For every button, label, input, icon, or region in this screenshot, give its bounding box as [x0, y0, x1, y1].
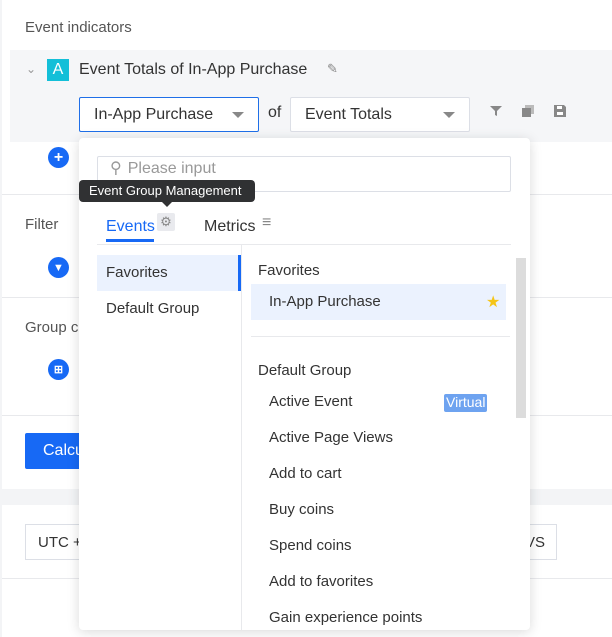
menu-icon[interactable]: ≡ [262, 214, 271, 232]
favorites-header: Favorites [258, 262, 320, 279]
tooltip: Event Group Management [79, 180, 255, 202]
metric-select[interactable]: Event Totals [290, 97, 470, 132]
tab-events[interactable]: Events [106, 218, 155, 236]
active-tab-indicator [106, 239, 154, 242]
copy-icon[interactable] [522, 105, 534, 117]
event-item[interactable]: Active Event [269, 393, 352, 410]
event-item[interactable]: Add to favorites [269, 573, 373, 590]
add-indicator-button[interactable]: + [48, 147, 69, 168]
collapse-chevron-icon[interactable]: ⌄ [26, 62, 36, 76]
indicator-title: Event Totals of In-App Purchase [79, 61, 308, 78]
event-item[interactable]: Active Page Views [269, 429, 393, 446]
group-favorites-label: Favorites [106, 264, 168, 281]
filter-label: Filter [25, 216, 59, 233]
gear-icon[interactable]: ⚙ [157, 213, 175, 231]
event-select-value: In-App Purchase [94, 105, 214, 123]
search-icon: ⚲ [110, 160, 122, 177]
add-filter-button[interactable]: ▼ [48, 257, 69, 278]
caret-down-icon [232, 111, 244, 118]
default-group-header: Default Group [258, 362, 352, 379]
of-label: of [268, 104, 282, 121]
event-dropdown: ⚲ Please input Events ⚙ Metrics ≡ Favorit… [79, 138, 530, 630]
event-item[interactable]: Spend coins [269, 537, 352, 554]
event-item[interactable]: Gain experience points [269, 609, 422, 626]
caret-down-icon [443, 111, 455, 118]
group-label: Group c [25, 319, 79, 336]
metric-select-value: Event Totals [305, 105, 392, 123]
event-item[interactable]: Buy coins [269, 501, 334, 518]
add-group-button[interactable]: ⊞ [48, 359, 69, 380]
star-icon[interactable]: ★ [486, 292, 500, 312]
indicator-badge: A [47, 59, 69, 81]
event-item[interactable]: Add to cart [269, 465, 342, 482]
section-title: Event indicators [25, 19, 132, 36]
save-icon[interactable] [554, 105, 566, 117]
virtual-badge: Virtual [444, 394, 488, 412]
filter-icon[interactable] [490, 105, 502, 117]
search-placeholder: Please input [127, 160, 216, 177]
tooltip-arrow [162, 202, 172, 207]
event-item-label: In-App Purchase [269, 293, 381, 310]
event-select[interactable]: In-App Purchase [79, 97, 259, 132]
edit-pencil-icon[interactable]: ✎ [327, 61, 338, 77]
tab-metrics[interactable]: Metrics [204, 218, 256, 236]
scrollbar[interactable] [516, 258, 526, 418]
group-default[interactable]: Default Group [106, 300, 199, 317]
